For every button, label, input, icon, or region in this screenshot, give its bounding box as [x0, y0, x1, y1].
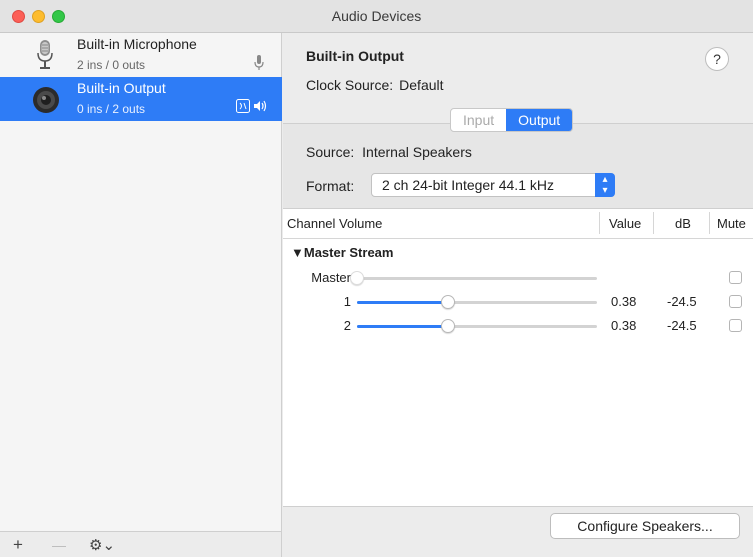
- source-row: Source: Internal Speakers: [306, 144, 472, 160]
- column-header-channel-volume[interactable]: Channel Volume: [287, 216, 382, 231]
- channel-label: Master: [311, 270, 351, 285]
- mute-checkbox[interactable]: [729, 271, 742, 284]
- device-io-count: 0 ins / 2 outs: [77, 102, 146, 116]
- help-button[interactable]: ?: [705, 47, 729, 71]
- device-header: Built-in Output ? Clock Source: Default I…: [283, 33, 753, 132]
- channel-label: 1: [343, 294, 351, 309]
- speaker-icon: [33, 87, 59, 113]
- slider-knob[interactable]: [350, 271, 364, 285]
- format-label: Format:: [306, 178, 355, 194]
- clock-source: Clock Source: Default: [306, 77, 444, 93]
- configure-speakers-button[interactable]: Configure Speakers...: [550, 513, 740, 539]
- tab-input[interactable]: Input: [451, 109, 506, 131]
- source-value: Internal Speakers: [362, 144, 472, 160]
- table-row: Master: [283, 267, 753, 289]
- bottom-bar: Configure Speakers...: [283, 506, 753, 557]
- volume-slider[interactable]: [357, 295, 597, 309]
- clock-source-label: Clock Source:: [306, 77, 394, 93]
- tab-output[interactable]: Output: [506, 109, 573, 131]
- channel-volume-table: Channel Volume Value dB Mute ▼Master Str…: [283, 208, 753, 506]
- source-label: Source:: [306, 144, 355, 160]
- column-header-value[interactable]: Value: [609, 216, 641, 231]
- clock-source-value: Default: [399, 77, 444, 93]
- finder-speaker-icon: [236, 99, 270, 116]
- window-title: Audio Devices: [331, 8, 422, 24]
- output-settings-panel: Source: Internal Speakers Format: 2 ch 2…: [283, 123, 753, 208]
- add-device-button[interactable]: +: [13, 535, 23, 555]
- table-header: Channel Volume Value dB Mute: [283, 209, 753, 239]
- volume-slider[interactable]: [357, 319, 597, 333]
- device-name: Built-in Output: [77, 80, 166, 96]
- mic-icon: [254, 55, 264, 70]
- volume-db: -24.5: [667, 318, 697, 333]
- column-header-mute[interactable]: Mute: [717, 216, 746, 231]
- device-io-count: 2 ins / 0 outs: [77, 58, 146, 72]
- title-bar: Audio Devices: [0, 0, 753, 33]
- device-item-built-in-output[interactable]: Built-in Output 0 ins / 2 outs: [0, 77, 282, 121]
- device-name: Built-in Microphone: [77, 36, 197, 52]
- remove-device-button[interactable]: —: [52, 537, 66, 553]
- column-header-db[interactable]: dB: [675, 216, 691, 231]
- device-title: Built-in Output: [306, 48, 404, 64]
- volume-slider[interactable]: [350, 271, 597, 285]
- sidebar-footer: + — ⚙⌄: [0, 531, 282, 557]
- mute-checkbox[interactable]: [729, 319, 742, 332]
- gear-menu-button[interactable]: ⚙⌄: [89, 536, 115, 554]
- slider-knob[interactable]: [441, 319, 455, 333]
- volume-db: -24.5: [667, 294, 697, 309]
- volume-value: 0.38: [611, 318, 637, 333]
- chevron-updown-icon: ▴ ▾: [595, 173, 615, 197]
- device-item-built-in-microphone[interactable]: Built-in Microphone 2 ins / 0 outs: [0, 33, 282, 77]
- table-row: 2 0.38 -24.5: [283, 315, 753, 337]
- channel-label: 2: [343, 318, 351, 333]
- volume-value: 0.38: [611, 294, 637, 309]
- input-output-tabs: Input Output: [450, 108, 574, 132]
- microphone-icon: [37, 40, 53, 69]
- mute-checkbox[interactable]: [729, 295, 742, 308]
- format-value: 2 ch 24-bit Integer 44.1 kHz: [382, 177, 554, 193]
- device-list: Built-in Microphone 2 ins / 0 outs Built…: [0, 33, 282, 531]
- slider-knob[interactable]: [441, 295, 455, 309]
- format-select[interactable]: 2 ch 24-bit Integer 44.1 kHz ▴ ▾: [371, 173, 615, 197]
- master-stream-group[interactable]: ▼Master Stream: [291, 245, 393, 260]
- table-row: 1 0.38 -24.5: [283, 291, 753, 313]
